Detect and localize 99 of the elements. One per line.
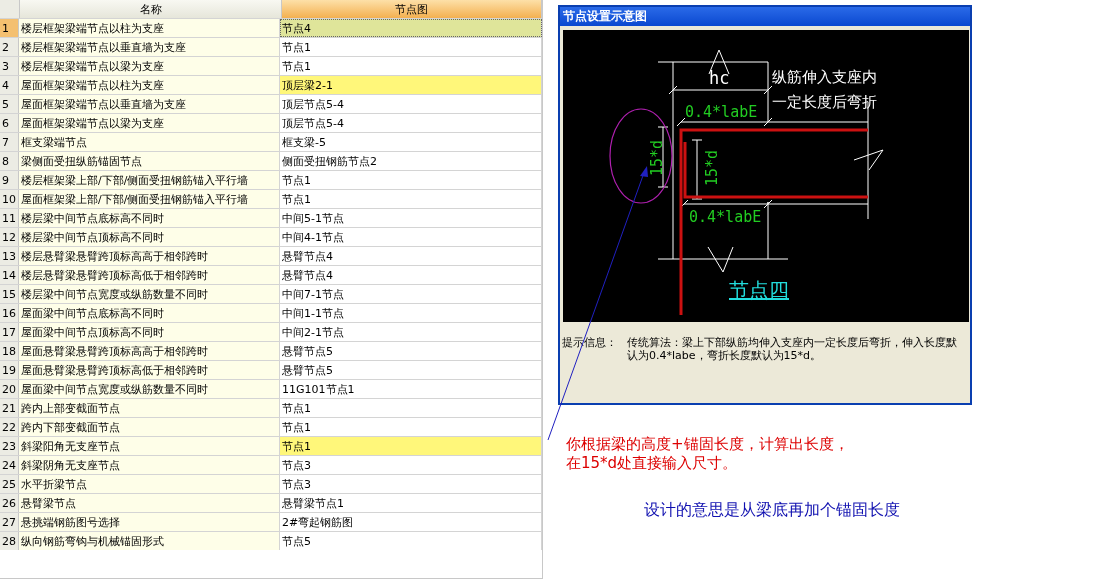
table-cell[interactable]: 悬臂节点5 <box>280 361 542 379</box>
table-cell: 屋面梁中间节点底标高不同时 <box>19 304 280 322</box>
row-number: 1 <box>0 19 19 37</box>
dimension-label: hc <box>709 68 730 88</box>
table-cell[interactable]: 节点3 <box>280 475 542 493</box>
dimension-label: 15*d <box>703 149 721 186</box>
table-cell: 斜梁阳角无支座节点 <box>19 437 280 455</box>
diagram-note: 纵筋伸入支座内 <box>772 68 877 86</box>
row-number: 28 <box>0 532 19 550</box>
table-cell[interactable]: 顶层节点5-4 <box>280 114 542 132</box>
row-number: 19 <box>0 361 19 379</box>
row-number: 4 <box>0 76 19 94</box>
table-cell: 楼层梁中间节点顶标高不同时 <box>19 228 280 246</box>
table-cell[interactable]: 悬臂节点4 <box>280 247 542 265</box>
table-cell[interactable]: 顶层节点5-4 <box>280 95 542 113</box>
table-cell: 屋面框架梁上部/下部/侧面受扭钢筋锚入平行墙 <box>19 190 280 208</box>
table-cell[interactable]: 框支梁-5 <box>280 133 542 151</box>
table-cell[interactable]: 中间4-1节点 <box>280 228 542 246</box>
table-cell: 水平折梁节点 <box>19 475 280 493</box>
table-cell[interactable]: 中间2-1节点 <box>280 323 542 341</box>
table-cell: 屋面悬臂梁悬臂跨顶标高低于相邻跨时 <box>19 361 280 379</box>
table-cell[interactable]: 节点1 <box>280 437 542 455</box>
table-cell: 屋面梁中间节点宽度或纵筋数量不同时 <box>19 380 280 398</box>
table-cell: 屋面框架梁端节点以垂直墙为支座 <box>19 95 280 113</box>
table-cell[interactable]: 11G101节点1 <box>280 380 542 398</box>
table-cell[interactable]: 节点1 <box>280 171 542 189</box>
table-cell[interactable]: 节点3 <box>280 456 542 474</box>
dimension-label: 0.4*labE <box>685 103 758 121</box>
table-cell[interactable]: 2#弯起钢筋图 <box>280 513 542 531</box>
table-cell[interactable]: 顶层梁2-1 <box>280 76 542 94</box>
row-number: 15 <box>0 285 19 303</box>
row-number: 24 <box>0 456 19 474</box>
row-number: 8 <box>0 152 19 170</box>
row-number: 23 <box>0 437 19 455</box>
table-cell: 跨内上部变截面节点 <box>19 399 280 417</box>
table-cell: 楼层框架梁端节点以柱为支座 <box>19 19 280 37</box>
row-number: 9 <box>0 171 19 189</box>
row-number: 16 <box>0 304 19 322</box>
row-number: 22 <box>0 418 19 436</box>
row-number: 26 <box>0 494 19 512</box>
table-cell[interactable]: 节点1 <box>280 38 542 56</box>
table-cell: 楼层框架梁上部/下部/侧面受扭钢筋锚入平行墙 <box>19 171 280 189</box>
diagram-caption: 节点四 <box>729 278 789 302</box>
row-number: 11 <box>0 209 19 227</box>
row-number: 25 <box>0 475 19 493</box>
dimension-label: 15*d <box>648 139 666 176</box>
row-number: 13 <box>0 247 19 265</box>
table-cell[interactable]: 节点1 <box>280 190 542 208</box>
row-number: 6 <box>0 114 19 132</box>
table-cell[interactable]: 节点1 <box>280 418 542 436</box>
row-number: 14 <box>0 266 19 284</box>
annotation-text: 设计的意思是从梁底再加个锚固长度 <box>644 500 901 519</box>
table-cell[interactable]: 节点1 <box>280 399 542 417</box>
table-cell: 楼层悬臂梁悬臂跨顶标高低于相邻跨时 <box>19 266 280 284</box>
table-cell: 梁侧面受扭纵筋锚固节点 <box>19 152 280 170</box>
row-number: 12 <box>0 228 19 246</box>
table-cell: 纵向钢筋弯钩与机械锚固形式 <box>19 532 280 550</box>
window-title: 节点设置示意图 <box>560 7 970 26</box>
table-cell[interactable]: 中间5-1节点 <box>280 209 542 227</box>
row-number: 27 <box>0 513 19 531</box>
table-cell[interactable]: 中间1-1节点 <box>280 304 542 322</box>
row-number: 3 <box>0 57 19 75</box>
table-cell[interactable]: 悬臂梁节点1 <box>280 494 542 512</box>
table-cell: 楼层框架梁端节点以梁为支座 <box>19 57 280 75</box>
table-cell: 楼层框架梁端节点以垂直墙为支座 <box>19 38 280 56</box>
table-cell: 屋面梁中间节点顶标高不同时 <box>19 323 280 341</box>
dimension-label: 0.4*labE <box>689 208 762 226</box>
table-cell: 屋面悬臂梁悬臂跨顶标高高于相邻跨时 <box>19 342 280 360</box>
row-number: 17 <box>0 323 19 341</box>
table-cell[interactable]: 中间7-1节点 <box>280 285 542 303</box>
table-cell[interactable]: 节点1 <box>280 57 542 75</box>
diagram-note: 一定长度后弯折 <box>772 93 877 111</box>
table-cell: 悬臂梁节点 <box>19 494 280 512</box>
column-header[interactable]: 节点图 <box>282 0 542 18</box>
table-cell: 屋面框架梁端节点以柱为支座 <box>19 76 280 94</box>
row-number: 7 <box>0 133 19 151</box>
row-number: 10 <box>0 190 19 208</box>
row-number: 18 <box>0 342 19 360</box>
table-cell[interactable]: 悬臂节点4 <box>280 266 542 284</box>
table-cell[interactable]: 悬臂节点5 <box>280 342 542 360</box>
table-cell: 斜梁阴角无支座节点 <box>19 456 280 474</box>
row-number: 21 <box>0 399 19 417</box>
table-cell: 楼层悬臂梁悬臂跨顶标高高于相邻跨时 <box>19 247 280 265</box>
table-cell[interactable]: 节点5 <box>280 532 542 550</box>
table-cell: 楼层梁中间节点底标高不同时 <box>19 209 280 227</box>
column-header[interactable]: 名称 <box>20 0 282 18</box>
hint-label: 提示信息： <box>562 336 617 351</box>
row-number: 2 <box>0 38 19 56</box>
row-number: 5 <box>0 95 19 113</box>
row-number: 20 <box>0 380 19 398</box>
table-cell[interactable]: 侧面受扭钢筋节点2 <box>280 152 542 170</box>
table-cell: 框支梁端节点 <box>19 133 280 151</box>
table-cell: 楼层梁中间节点宽度或纵筋数量不同时 <box>19 285 280 303</box>
table-cell[interactable]: 节点4 <box>280 19 542 37</box>
table-cell: 悬挑端钢筋图号选择 <box>19 513 280 531</box>
annotation-text: 你根据梁的高度+锚固长度，计算出长度， 在15*d处直接输入尺寸。 <box>566 435 850 473</box>
table-cell: 跨内下部变截面节点 <box>19 418 280 436</box>
table-cell: 屋面框架梁端节点以梁为支座 <box>19 114 280 132</box>
hint-text: 传统算法：梁上下部纵筋均伸入支座内一定长度后弯折，伸入长度默认为0.4*labe，弯折长度默认为15*d。 <box>627 336 958 362</box>
